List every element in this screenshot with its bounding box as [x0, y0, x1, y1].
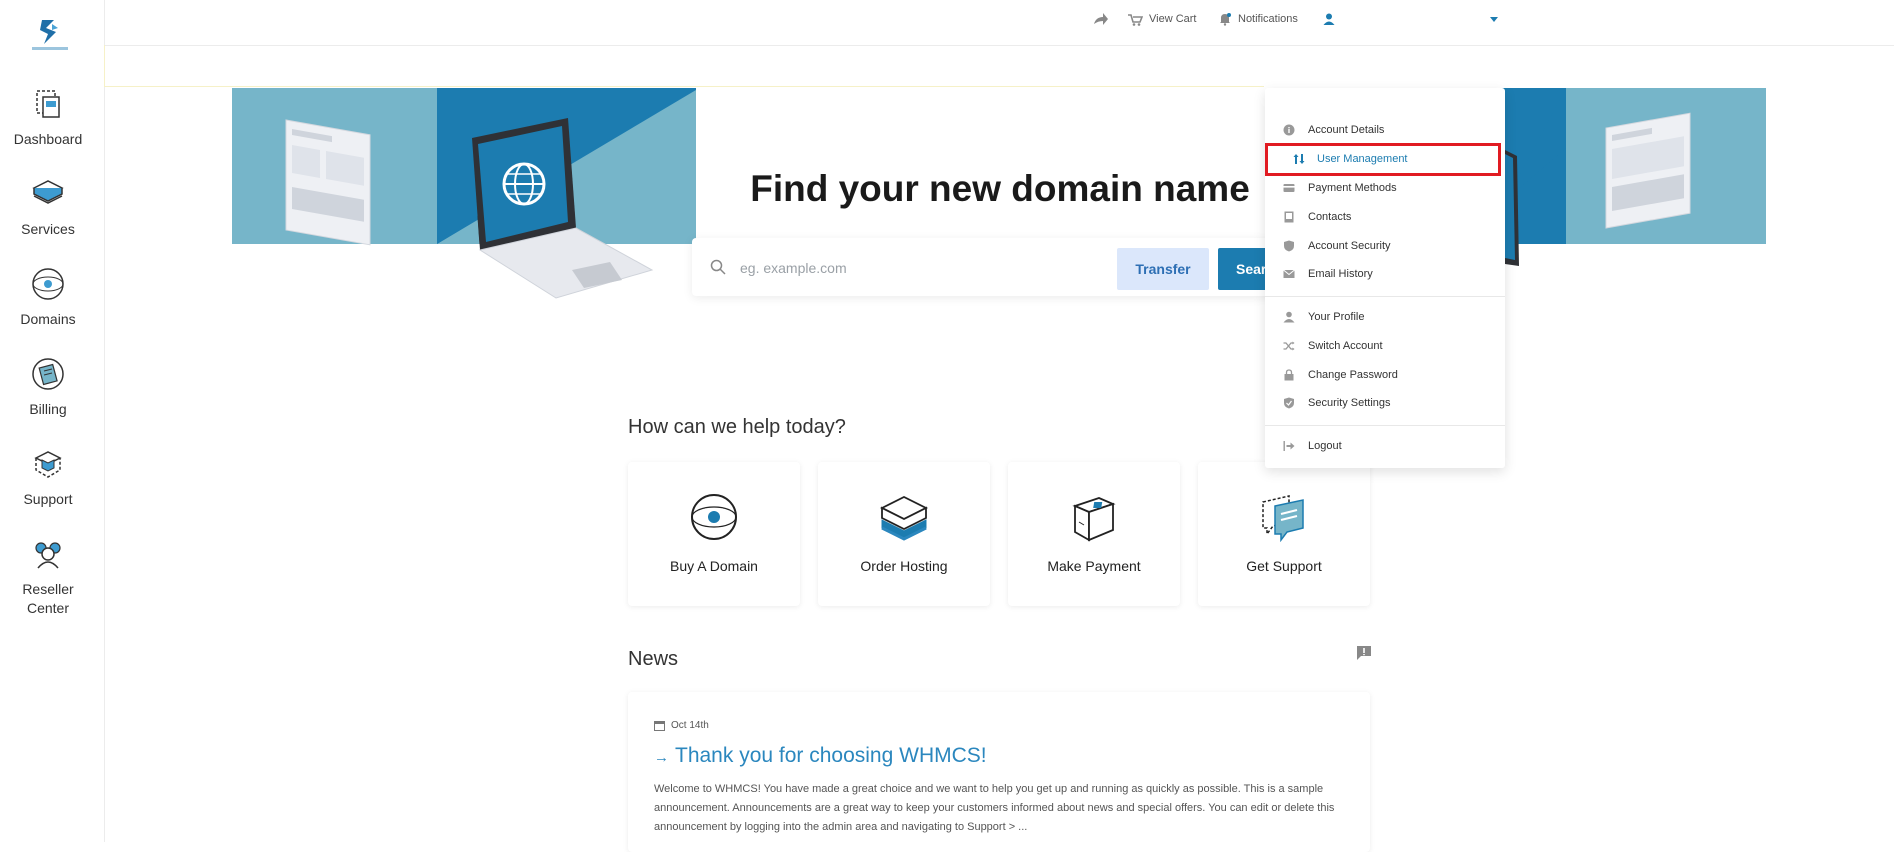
- news-body: Welcome to WHMCS! You have made a great …: [654, 783, 1335, 833]
- news-date: Oct 14th: [654, 720, 709, 731]
- menu-item-switch-account[interactable]: Switch Account: [1265, 335, 1505, 357]
- news-date-text: Oct 14th: [671, 720, 709, 731]
- sidebar-item-reseller-center[interactable]: Reseller Center: [0, 534, 96, 618]
- announcement-icon[interactable]: [1356, 645, 1372, 661]
- envelope-icon: [1283, 269, 1295, 278]
- sidebar-item-support[interactable]: Support: [0, 444, 96, 509]
- address-book-icon: [1284, 211, 1294, 223]
- domains-icon: [32, 268, 64, 300]
- menu-item-label: Contacts: [1308, 211, 1352, 223]
- cart-icon: [1128, 14, 1143, 26]
- menu-item-logout[interactable]: Logout: [1265, 435, 1505, 457]
- support-icon: [34, 451, 62, 478]
- lock-icon: [1284, 369, 1294, 381]
- hero-title: Find your new domain name: [750, 168, 1250, 209]
- chevron-down-icon[interactable]: [1490, 17, 1498, 23]
- notifications-label: Notifications: [1238, 13, 1298, 25]
- menu-item-label: Logout: [1308, 440, 1342, 452]
- menu-item-label: Payment Methods: [1308, 182, 1397, 194]
- menu-item-contacts[interactable]: Contacts: [1265, 206, 1505, 228]
- menu-item-label: Account Details: [1308, 124, 1385, 136]
- news-title-link[interactable]: → Thank you for choosing WHMCS!: [654, 744, 987, 768]
- menu-item-label: Account Security: [1308, 240, 1391, 252]
- calendar-icon: [654, 721, 665, 731]
- view-cart-label: View Cart: [1149, 13, 1197, 25]
- user-icon: [1283, 311, 1295, 323]
- sidebar-item-label: Dashboard: [13, 131, 83, 147]
- bell-icon: [1220, 13, 1231, 26]
- sidebar-item-label: Reseller Center: [22, 581, 74, 616]
- menu-item-label: Email History: [1308, 268, 1373, 280]
- services-icon: [32, 180, 64, 204]
- user-icon: [1323, 13, 1335, 25]
- logo[interactable]: [30, 18, 70, 52]
- payment-box-icon: [1072, 497, 1116, 542]
- highlight-box: [1265, 143, 1501, 176]
- news-card: Oct 14th → Thank you for choosing WHMCS! …: [628, 692, 1370, 852]
- billing-icon: [32, 358, 64, 390]
- share-arrow-icon: [1094, 13, 1108, 25]
- logout-icon: [1283, 441, 1295, 451]
- menu-item-label: Your Profile: [1308, 311, 1365, 323]
- server-stack-icon: [879, 495, 929, 541]
- notifications-link[interactable]: Notifications: [1218, 12, 1298, 26]
- sidebar-item-domains[interactable]: Domains: [0, 264, 96, 329]
- order-hosting-card[interactable]: Order Hosting: [818, 462, 990, 606]
- domain-search-box: Transfer Sear: [692, 238, 1298, 296]
- menu-item-your-profile[interactable]: Your Profile: [1265, 306, 1505, 328]
- top-bar: [104, 0, 1894, 46]
- make-payment-card[interactable]: Make Payment: [1008, 462, 1180, 606]
- shield-icon: [1284, 240, 1294, 252]
- sidebar-item-label: Billing: [29, 401, 67, 417]
- view-cart-link[interactable]: View Cart: [1127, 12, 1196, 26]
- sidebar-item-label: Services: [21, 221, 75, 237]
- credit-card-icon: [1283, 184, 1295, 192]
- card-label: Order Hosting: [860, 558, 948, 574]
- menu-item-label: Switch Account: [1308, 340, 1383, 352]
- sidebar-item-label: Domains: [20, 311, 76, 327]
- buy-domain-card[interactable]: Buy A Domain: [628, 462, 800, 606]
- sidebar-item-dashboard[interactable]: Dashboard: [0, 84, 96, 149]
- sidebar-item-billing[interactable]: Billing: [0, 354, 96, 419]
- reseller-center-icon: [35, 542, 61, 569]
- shuffle-icon: [1283, 341, 1295, 351]
- search-icon: [710, 259, 726, 275]
- sidebar: Dashboard Services Domains Billing Suppo…: [0, 0, 105, 842]
- menu-item-account-details[interactable]: Account Details: [1265, 119, 1505, 141]
- menu-item-security-settings[interactable]: Security Settings: [1265, 392, 1505, 414]
- menu-divider: [1265, 296, 1505, 297]
- laptop-edge-illustration: [1505, 150, 1519, 266]
- shield-check-icon: [1284, 397, 1294, 409]
- menu-item-label: Change Password: [1308, 369, 1398, 381]
- card-label: Buy A Domain: [670, 558, 758, 574]
- user-menu-toggle[interactable]: [1322, 12, 1336, 26]
- transfer-button[interactable]: Transfer: [1117, 248, 1209, 290]
- info-circle-icon: [1283, 124, 1295, 136]
- domain-search-input[interactable]: [738, 250, 1102, 286]
- card-label: Make Payment: [1047, 558, 1141, 574]
- news-title-text: Thank you for choosing WHMCS!: [675, 744, 987, 767]
- arrow-right-icon: →: [654, 749, 669, 766]
- globe-icon: [691, 494, 737, 540]
- menu-item-label: Security Settings: [1308, 397, 1391, 409]
- sidebar-item-services[interactable]: Services: [0, 174, 96, 239]
- notice-strip: [104, 45, 1264, 87]
- share-link[interactable]: [1093, 12, 1109, 26]
- chat-bubbles-icon: [1262, 495, 1304, 542]
- news-heading: News: [628, 648, 679, 670]
- menu-item-payment-methods[interactable]: Payment Methods: [1265, 177, 1505, 199]
- sidebar-item-label: Support: [23, 491, 73, 507]
- menu-divider: [1265, 425, 1505, 426]
- menu-item-account-security[interactable]: Account Security: [1265, 235, 1505, 257]
- menu-item-email-history[interactable]: Email History: [1265, 263, 1505, 285]
- menu-item-change-password[interactable]: Change Password: [1265, 364, 1505, 386]
- hero-laptop-illustration: [285, 118, 654, 299]
- dashboard-icon: [36, 90, 60, 118]
- get-support-card[interactable]: Get Support: [1198, 462, 1370, 606]
- help-heading: How can we help today?: [628, 416, 846, 438]
- card-label: Get Support: [1246, 558, 1322, 574]
